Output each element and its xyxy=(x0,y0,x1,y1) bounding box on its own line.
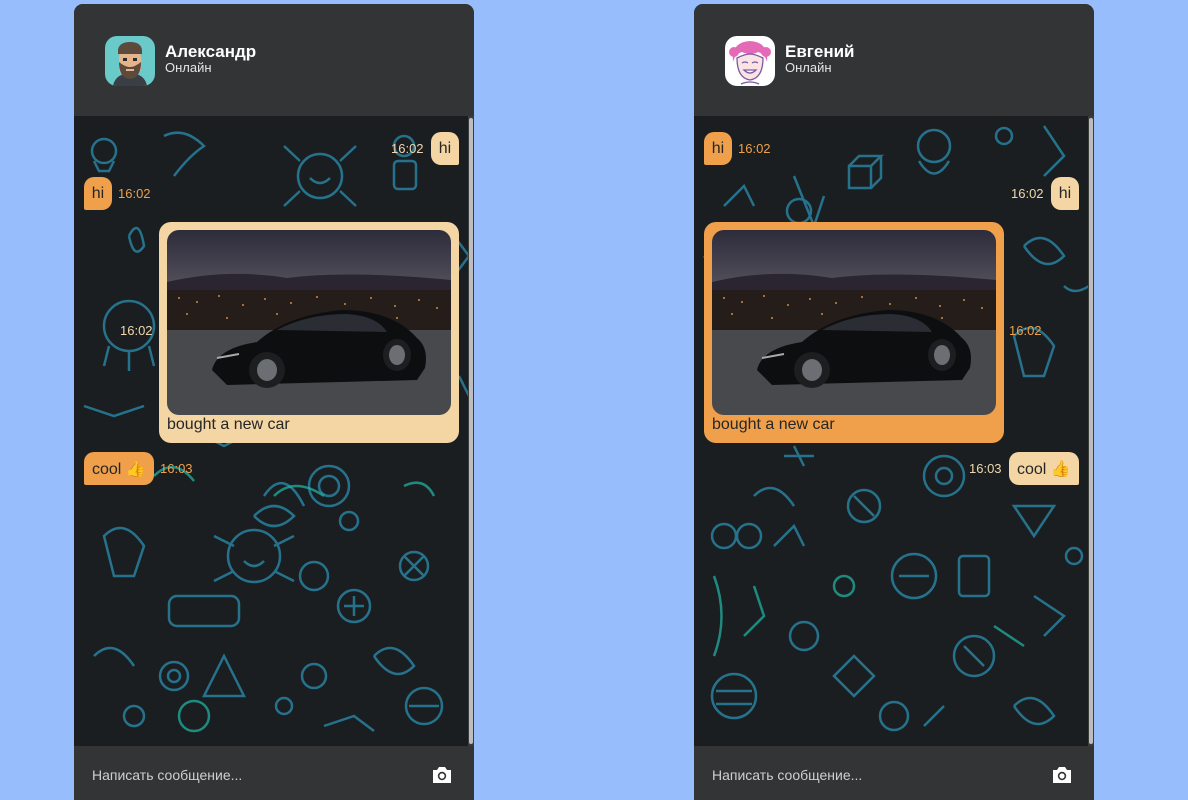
contact-status: Онлайн xyxy=(165,60,212,75)
message-time: 16:02 xyxy=(738,141,771,156)
message-text: hi xyxy=(1058,184,1072,202)
image-message-outgoing[interactable]: bought a new car xyxy=(159,222,459,443)
image-message-incoming[interactable]: bought a new car xyxy=(704,222,1004,443)
chat-window-alexander: Александр Онлайн hi 16:02 hi 16:02 bough… xyxy=(74,4,474,800)
message-input[interactable] xyxy=(92,764,412,786)
message-list[interactable]: hi 16:02 hi 16:02 bought a new car 16:02… xyxy=(74,116,474,746)
chat-header: Евгений Онлайн xyxy=(694,4,1094,116)
avatar[interactable] xyxy=(105,36,155,86)
camera-icon[interactable] xyxy=(430,763,454,787)
message-text: hi xyxy=(438,139,452,157)
message-time: 16:03 xyxy=(969,461,1002,476)
message-time: 16:02 xyxy=(391,141,424,156)
message-composer xyxy=(694,746,1094,800)
image-caption: bought a new car xyxy=(167,416,290,433)
car-image xyxy=(712,230,996,415)
scrollbar-thumb[interactable] xyxy=(1089,118,1093,744)
message-bubble-incoming[interactable]: hi xyxy=(704,132,732,165)
message-time: 16:02 xyxy=(1009,323,1042,338)
message-time: 16:02 xyxy=(118,186,151,201)
message-time: 16:02 xyxy=(120,323,153,338)
message-time: 16:02 xyxy=(1011,186,1044,201)
pink-hair-avatar-icon xyxy=(725,36,775,86)
car-image xyxy=(167,230,451,415)
message-composer xyxy=(74,746,474,800)
chat-window-evgeny: Евгений Онлайн hi 16:02 hi 16:02 bought … xyxy=(694,4,1094,800)
chat-header: Александр Онлайн xyxy=(74,4,474,116)
message-text: hi xyxy=(711,139,725,157)
message-bubble-outgoing[interactable]: cool 👍 xyxy=(1009,452,1079,485)
image-caption: bought a new car xyxy=(712,416,835,433)
camera-icon[interactable] xyxy=(1050,763,1074,787)
car-photo[interactable] xyxy=(712,230,996,415)
message-bubble-incoming[interactable]: cool 👍 xyxy=(84,452,154,485)
message-input[interactable] xyxy=(712,764,1032,786)
scrollbar-thumb[interactable] xyxy=(469,118,473,744)
avatar[interactable] xyxy=(725,36,775,86)
contact-status: Онлайн xyxy=(785,60,832,75)
message-bubble-outgoing[interactable]: hi xyxy=(1051,177,1079,210)
message-bubble-incoming[interactable]: hi xyxy=(84,177,112,210)
message-time: 16:03 xyxy=(160,461,193,476)
message-text: cool 👍 xyxy=(1017,460,1071,478)
car-photo[interactable] xyxy=(167,230,451,415)
contact-name: Евгений xyxy=(785,42,855,61)
message-text: cool 👍 xyxy=(92,460,146,478)
contact-name: Александр xyxy=(165,42,257,61)
message-list[interactable]: hi 16:02 hi 16:02 bought a new car 16:02… xyxy=(694,116,1094,746)
bearded-man-avatar-icon xyxy=(105,36,155,86)
message-bubble-outgoing[interactable]: hi xyxy=(431,132,459,165)
message-text: hi xyxy=(91,184,105,202)
